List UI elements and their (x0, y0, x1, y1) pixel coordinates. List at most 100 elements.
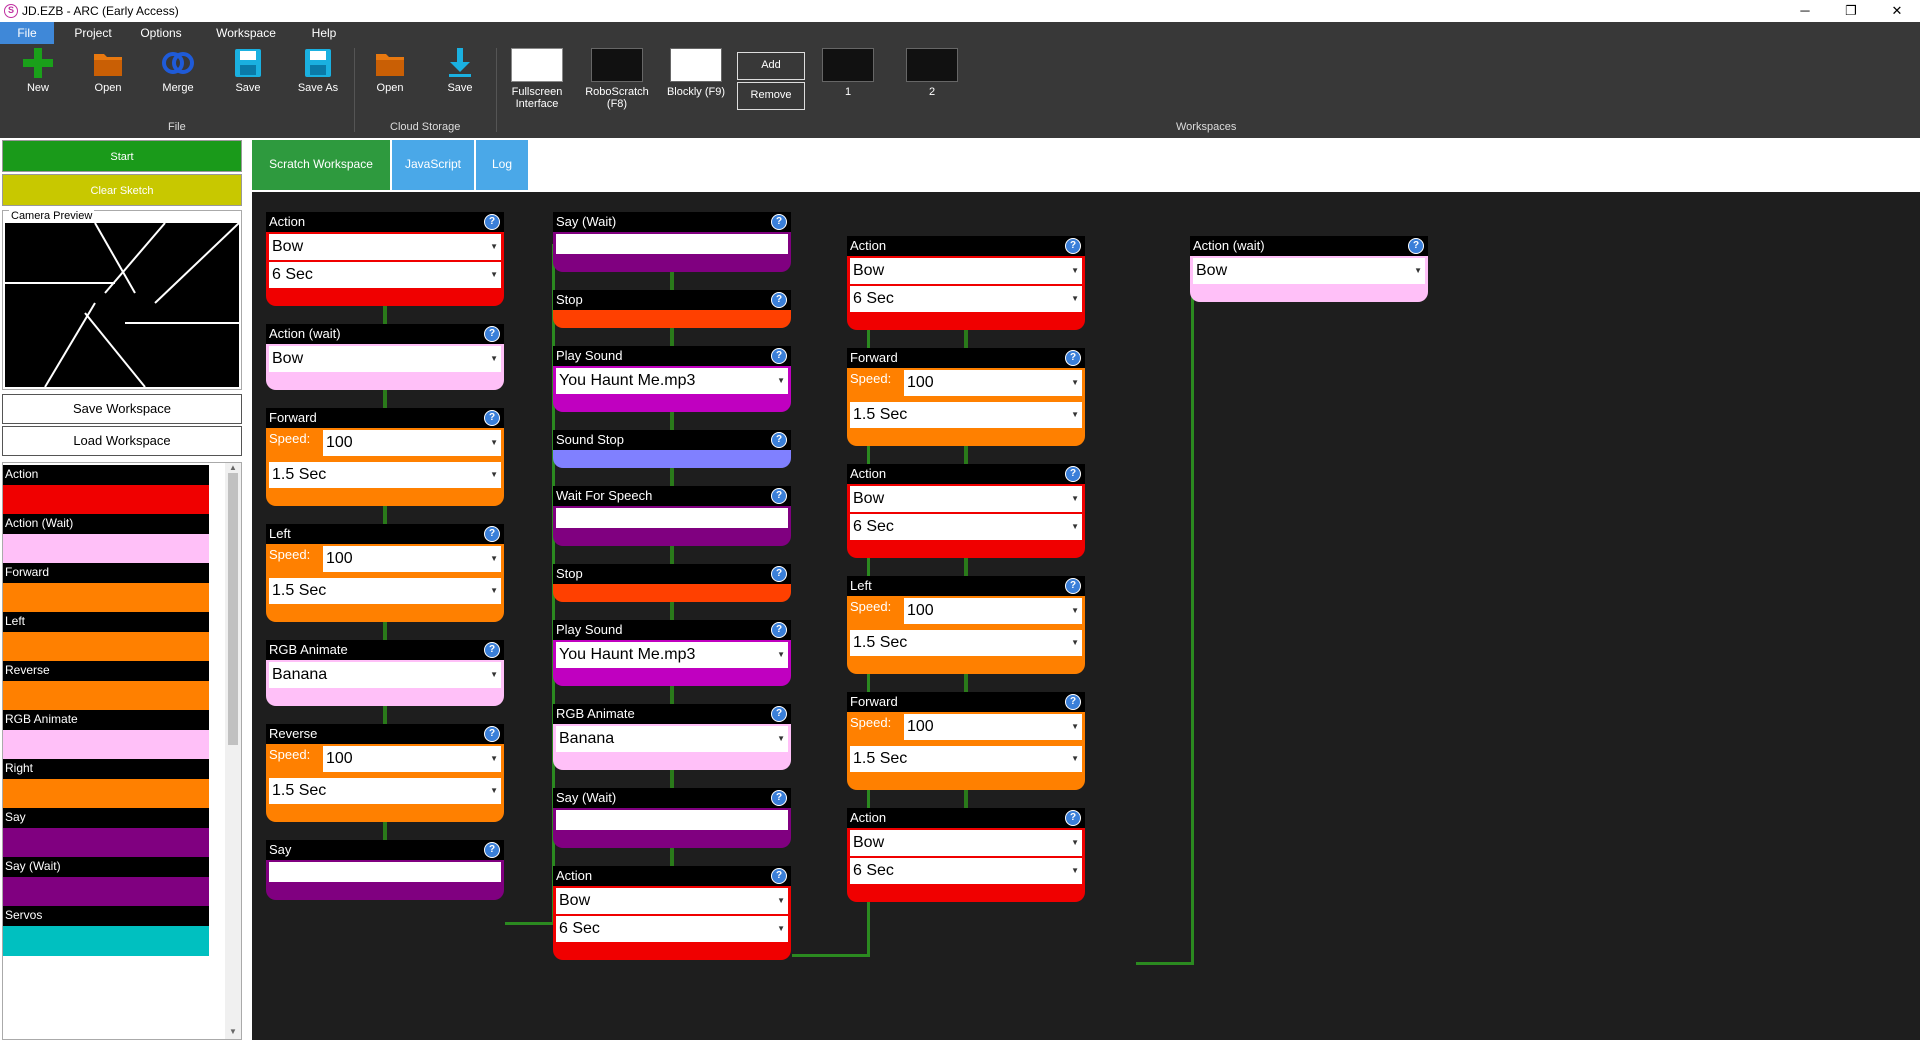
block-reverse[interactable]: Reverse? Speed: 100 ▼ 1.5 Sec ▼ (266, 724, 504, 822)
palette-item[interactable]: Say (Wait) (3, 857, 209, 907)
merge-button[interactable]: Merge (154, 48, 202, 108)
block-action[interactable]: Action? Bow ▼ 6 Sec ▼ (553, 866, 791, 960)
cloud-save-button[interactable]: Save (436, 48, 484, 108)
workspace-1-button[interactable]: 1 (822, 48, 874, 108)
workspace-2-button[interactable]: 2 (906, 48, 958, 108)
block-stop[interactable]: Stop? (553, 564, 791, 602)
help-icon[interactable]: ? (771, 488, 787, 504)
palette-item[interactable]: Servos (3, 906, 209, 956)
block-forward[interactable]: Forward? Speed: 100 ▼ 1.5 Sec ▼ (847, 348, 1085, 446)
text-field[interactable] (556, 234, 788, 254)
value-dropdown[interactable]: Bow ▼ (1193, 258, 1425, 284)
block-left[interactable]: Left? Speed: 100 ▼ 1.5 Sec ▼ (266, 524, 504, 622)
block-action[interactable]: Action? Bow ▼ 6 Sec ▼ (266, 212, 504, 306)
speed-dropdown[interactable]: 100 ▼ (323, 430, 501, 456)
block-action[interactable]: Action? Bow ▼ 6 Sec ▼ (847, 808, 1085, 902)
menu-options[interactable]: Options (130, 22, 192, 44)
value-dropdown[interactable]: 6 Sec ▼ (850, 514, 1082, 540)
speed-dropdown[interactable]: 100 ▼ (904, 714, 1082, 740)
value-dropdown[interactable]: Bow ▼ (850, 258, 1082, 284)
palette-item[interactable]: Action (Wait) (3, 514, 209, 564)
value-dropdown[interactable]: 1.5 Sec ▼ (269, 462, 501, 488)
help-icon[interactable]: ? (771, 432, 787, 448)
block-action[interactable]: Action? Bow ▼ 6 Sec ▼ (847, 464, 1085, 558)
help-icon[interactable]: ? (771, 348, 787, 364)
speed-dropdown[interactable]: 100 ▼ (904, 598, 1082, 624)
value-dropdown[interactable]: 6 Sec ▼ (850, 286, 1082, 312)
block-stop[interactable]: Stop? (553, 290, 791, 328)
menu-workspace[interactable]: Workspace (208, 22, 284, 44)
add-workspace-button[interactable]: Add (737, 52, 805, 80)
value-dropdown[interactable]: 6 Sec ▼ (556, 916, 788, 942)
menu-help[interactable]: Help (300, 22, 348, 44)
block-forward[interactable]: Forward? Speed: 100 ▼ 1.5 Sec ▼ (847, 692, 1085, 790)
palette-scrollbar[interactable]: ▲ ▼ (225, 463, 241, 1039)
value-dropdown[interactable]: Bow ▼ (269, 346, 501, 372)
block-forward[interactable]: Forward? Speed: 100 ▼ 1.5 Sec ▼ (266, 408, 504, 506)
load-workspace-button[interactable]: Load Workspace (2, 426, 242, 456)
value-dropdown[interactable]: You Haunt Me.mp3 ▼ (556, 642, 788, 668)
help-icon[interactable]: ? (1065, 466, 1081, 482)
maximize-button[interactable]: ❐ (1828, 0, 1874, 22)
help-icon[interactable]: ? (1065, 694, 1081, 710)
value-dropdown[interactable]: 1.5 Sec ▼ (850, 402, 1082, 428)
help-icon[interactable]: ? (484, 410, 500, 426)
text-field[interactable] (556, 810, 788, 830)
help-icon[interactable]: ? (1065, 350, 1081, 366)
speed-dropdown[interactable]: 100 ▼ (904, 370, 1082, 396)
block-action-wait[interactable]: Action (wait)? Bow ▼ (1190, 236, 1428, 302)
help-icon[interactable]: ? (771, 868, 787, 884)
open-button[interactable]: Open (84, 48, 132, 108)
palette-item[interactable]: Right (3, 759, 209, 809)
block-rgb-animate[interactable]: RGB Animate? Banana ▼ (266, 640, 504, 706)
cloud-open-button[interactable]: Open (366, 48, 414, 108)
palette-item[interactable]: Say (3, 808, 209, 858)
block-action-wait[interactable]: Action (wait)? Bow ▼ (266, 324, 504, 390)
help-icon[interactable]: ? (1065, 810, 1081, 826)
value-dropdown[interactable]: 1.5 Sec ▼ (850, 746, 1082, 772)
help-icon[interactable]: ? (771, 292, 787, 308)
value-dropdown[interactable]: 1.5 Sec ▼ (269, 578, 501, 604)
help-icon[interactable]: ? (771, 622, 787, 638)
palette-item[interactable]: Action (3, 465, 209, 515)
help-icon[interactable]: ? (1408, 238, 1424, 254)
menu-project[interactable]: Project (64, 22, 122, 44)
block-play-sound[interactable]: Play Sound? You Haunt Me.mp3 ▼ (553, 346, 791, 412)
clear-sketch-button[interactable]: Clear Sketch (2, 174, 242, 206)
text-field[interactable] (556, 508, 788, 528)
block-say-wait[interactable]: Say (Wait)? (553, 212, 791, 272)
blockly-button[interactable]: Blockly (F9) (666, 48, 726, 108)
text-field[interactable] (269, 862, 501, 882)
close-button[interactable]: ✕ (1874, 0, 1920, 22)
start-button[interactable]: Start (2, 140, 242, 172)
value-dropdown[interactable]: Bow ▼ (269, 234, 501, 260)
palette-item[interactable]: RGB Animate (3, 710, 209, 760)
speed-dropdown[interactable]: 100 ▼ (323, 746, 501, 772)
block-wait-for-speech[interactable]: Wait For Speech? (553, 486, 791, 546)
speed-dropdown[interactable]: 100 ▼ (323, 546, 501, 572)
value-dropdown[interactable]: Banana ▼ (556, 726, 788, 752)
palette-item[interactable]: Reverse (3, 661, 209, 711)
value-dropdown[interactable]: Banana ▼ (269, 662, 501, 688)
value-dropdown[interactable]: 6 Sec ▼ (269, 262, 501, 288)
value-dropdown[interactable]: Bow ▼ (850, 486, 1082, 512)
minimize-button[interactable]: ─ (1782, 0, 1828, 22)
help-icon[interactable]: ? (484, 526, 500, 542)
help-icon[interactable]: ? (484, 726, 500, 742)
help-icon[interactable]: ? (1065, 578, 1081, 594)
value-dropdown[interactable]: 1.5 Sec ▼ (269, 778, 501, 804)
palette-item[interactable]: Left (3, 612, 209, 662)
help-icon[interactable]: ? (484, 214, 500, 230)
block-left[interactable]: Left? Speed: 100 ▼ 1.5 Sec ▼ (847, 576, 1085, 674)
save-as-button[interactable]: Save As (294, 48, 342, 108)
block-say[interactable]: Say? (266, 840, 504, 900)
block-rgb-animate[interactable]: RGB Animate? Banana ▼ (553, 704, 791, 770)
help-icon[interactable]: ? (771, 214, 787, 230)
fullscreen-interface-button[interactable]: Fullscreen Interface (508, 48, 566, 110)
scroll-down-icon[interactable]: ▼ (225, 1027, 241, 1039)
new-button[interactable]: New (14, 48, 62, 108)
value-dropdown[interactable]: You Haunt Me.mp3 ▼ (556, 368, 788, 394)
palette-item[interactable]: Forward (3, 563, 209, 613)
value-dropdown[interactable]: Bow ▼ (556, 888, 788, 914)
roboscratch-button[interactable]: RoboScratch (F8) (582, 48, 652, 110)
